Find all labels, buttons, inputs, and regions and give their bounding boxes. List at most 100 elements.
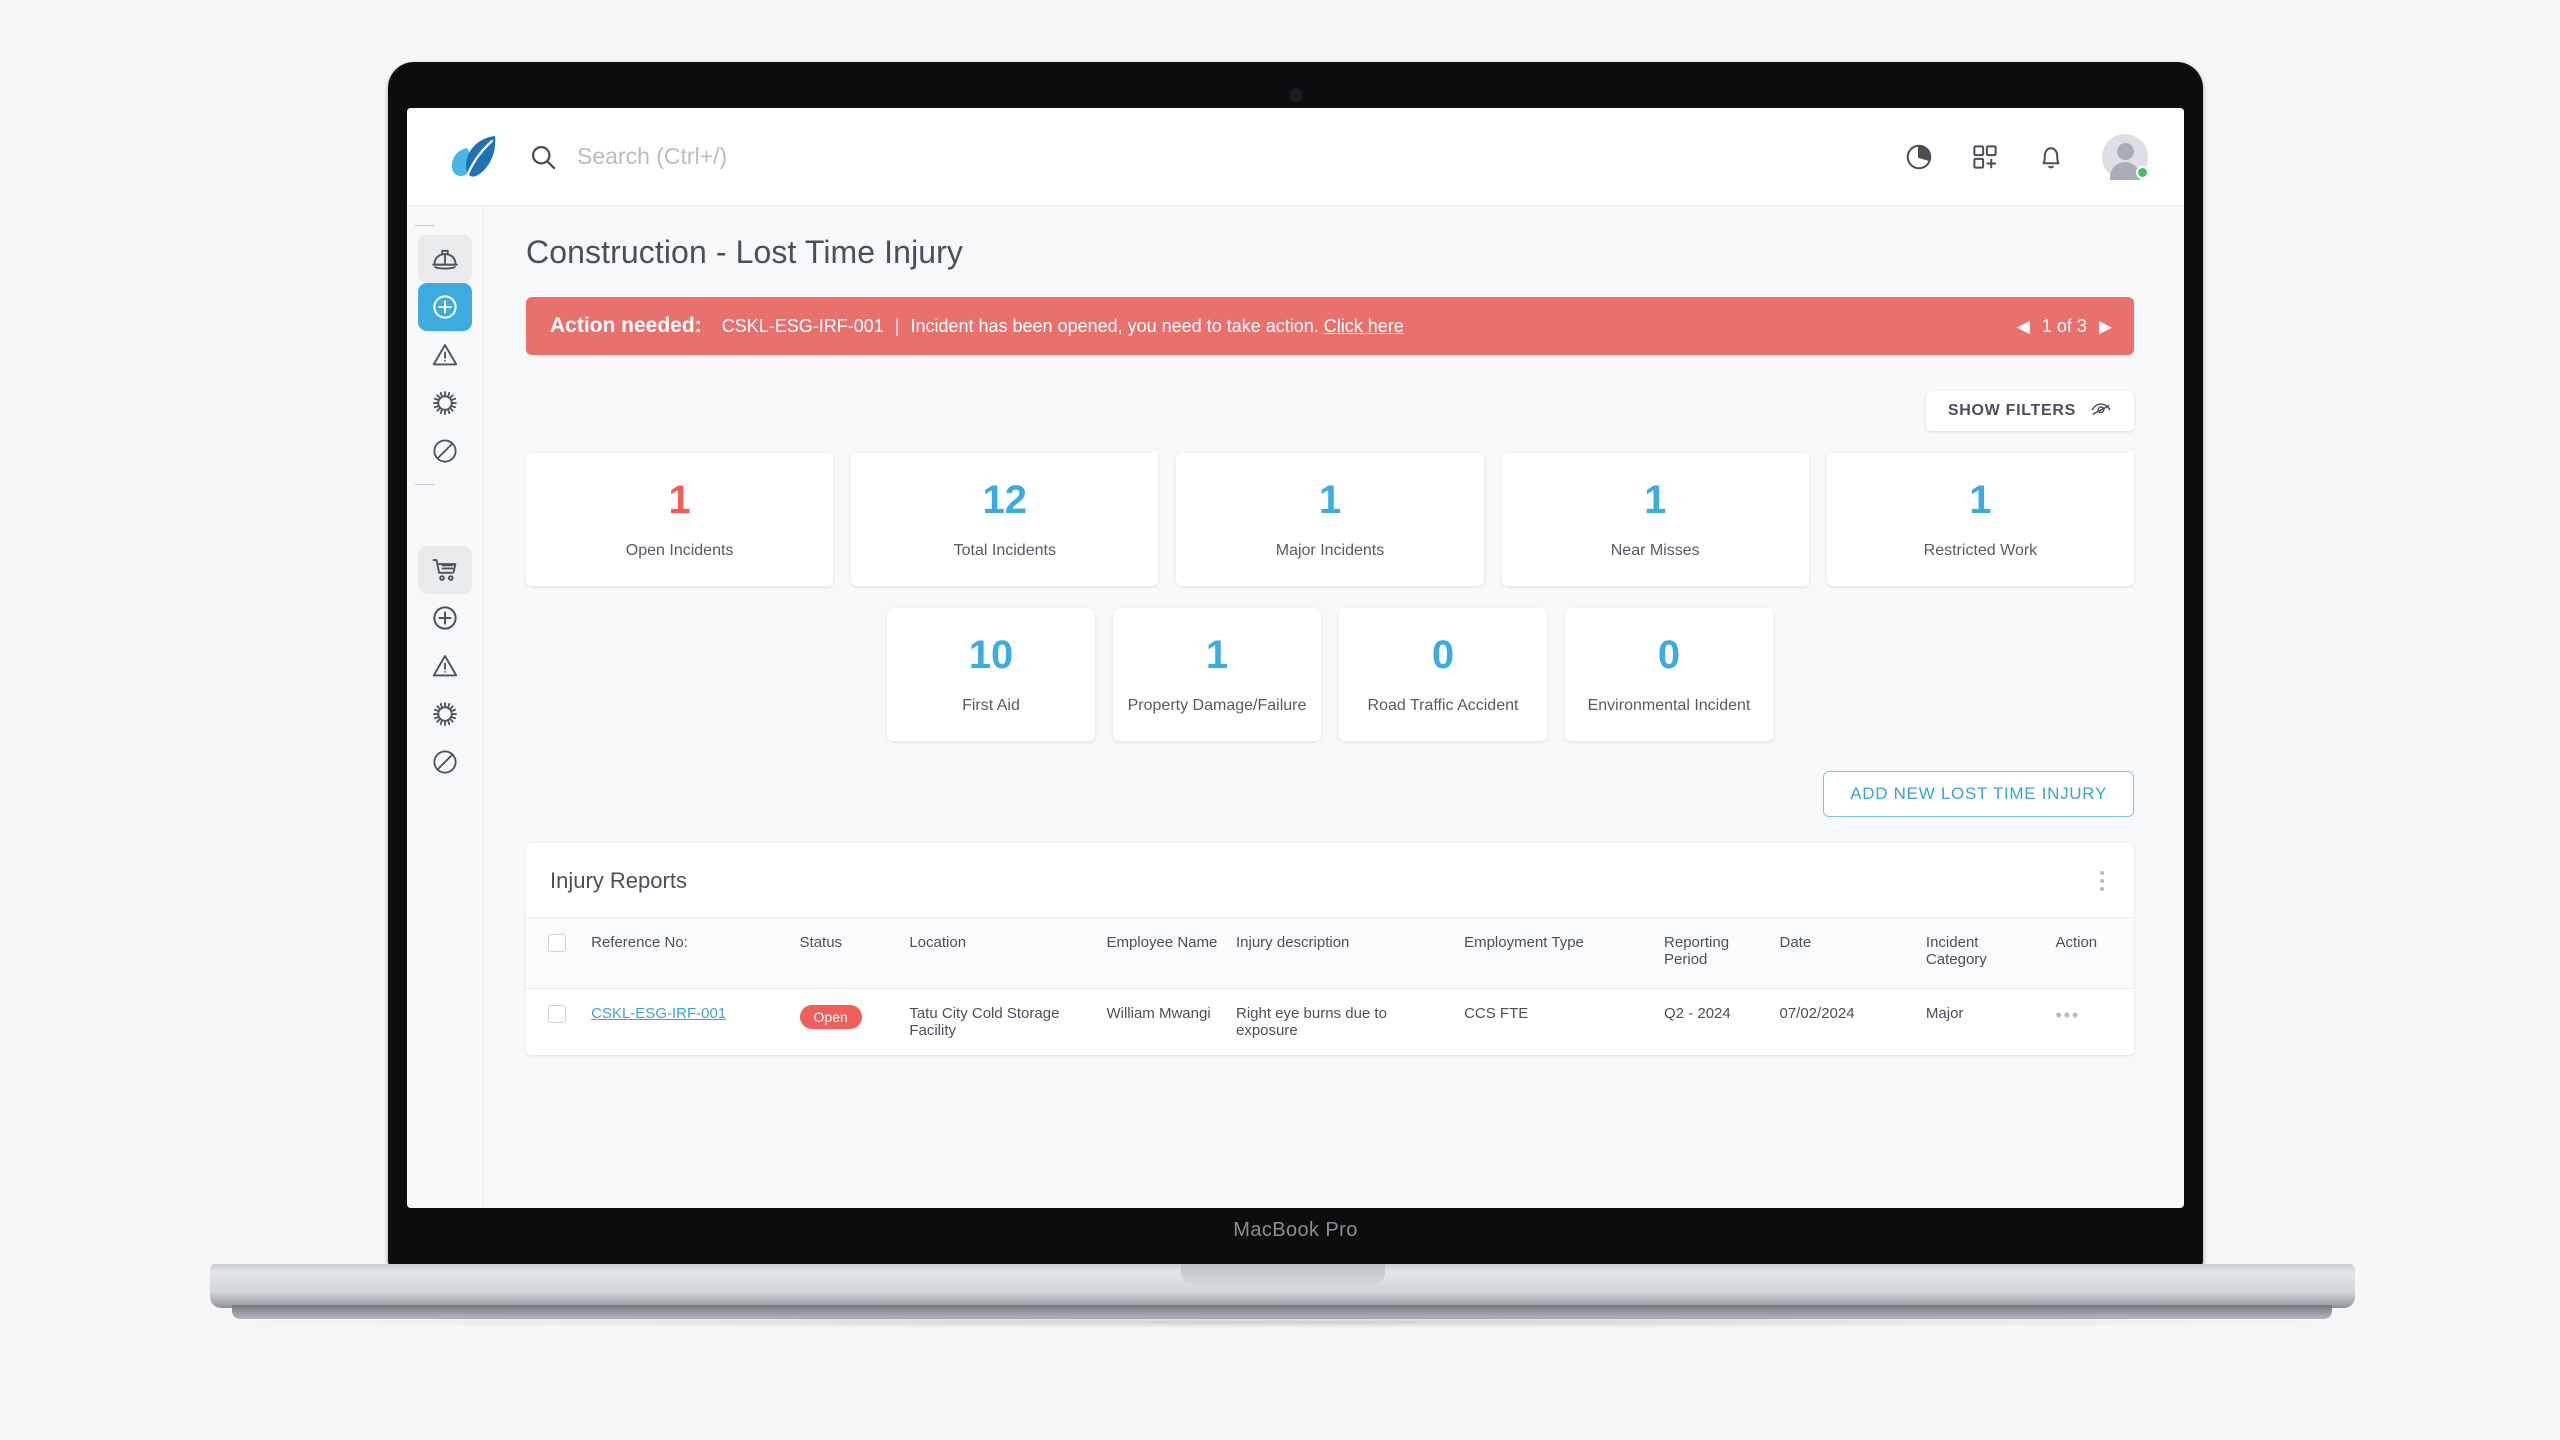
row-checkbox[interactable] bbox=[548, 1005, 566, 1023]
avatar[interactable] bbox=[2102, 133, 2149, 180]
kpi-label: Road Traffic Accident bbox=[1367, 696, 1519, 714]
sidebar-item-biohazard[interactable] bbox=[418, 379, 472, 427]
kpi-label: Environmental Incident bbox=[1587, 696, 1751, 714]
kpi-card[interactable]: 1 Property Damage/Failure bbox=[1113, 608, 1321, 741]
warning-triangle-icon bbox=[432, 344, 458, 366]
column-header-incident-category[interactable]: Incident Category bbox=[1919, 918, 2050, 989]
virus-icon bbox=[433, 702, 457, 726]
search-bar[interactable] bbox=[529, 143, 1904, 171]
add-new-lost-time-injury-button[interactable]: ADD NEW LOST TIME INJURY bbox=[1823, 771, 2134, 817]
kpi-value: 1 bbox=[1318, 477, 1342, 522]
shopping-cart-icon bbox=[432, 559, 457, 581]
sidebar-item-first-aid[interactable] bbox=[418, 283, 472, 331]
column-header-location[interactable]: Location bbox=[903, 918, 1101, 989]
injury-reports-table: Reference No: Status Location Employee N… bbox=[526, 918, 2134, 1055]
show-filters-label: SHOW FILTERS bbox=[1947, 402, 2076, 419]
kpi-value: 1 bbox=[1969, 477, 1992, 522]
search-input[interactable] bbox=[577, 143, 1904, 170]
sidebar-divider-bottom bbox=[415, 484, 435, 485]
alert-reference: CSKL-ESG-IRF-001 bbox=[721, 315, 884, 336]
kpi-card[interactable]: 1 Open Incidents bbox=[526, 453, 834, 586]
cell-incident-category: Major bbox=[1925, 1005, 1964, 1022]
sidebar-item-hazard-2[interactable] bbox=[418, 642, 472, 690]
alert-click-here-link[interactable]: Click here bbox=[1324, 316, 1404, 336]
kebab-menu-icon[interactable] bbox=[2094, 865, 2110, 897]
column-header-reporting-period[interactable]: Reporting Period bbox=[1658, 918, 1774, 989]
more-horizontal-icon[interactable]: ••• bbox=[2055, 1005, 2080, 1025]
table-header-row: Reference No: Status Location Employee N… bbox=[526, 918, 2134, 989]
kpi-value: 1 bbox=[1205, 632, 1229, 677]
action-needed-banner: Action needed: CSKL-ESG-IRF-001 | Incide… bbox=[526, 297, 2134, 355]
bell-icon[interactable] bbox=[2036, 142, 2066, 172]
sidebar-item-biohazard-2[interactable] bbox=[418, 690, 472, 738]
medical-cross-icon bbox=[433, 606, 457, 630]
laptop-device: MacBook Pro Search (Ctrl+/) Construction… bbox=[388, 62, 2203, 1267]
kpi-value: 10 bbox=[968, 632, 1014, 677]
laptop-base bbox=[210, 1264, 2355, 1308]
prohibited-icon bbox=[433, 439, 457, 463]
alert-text: Incident has been opened, you need to ta… bbox=[910, 315, 1319, 336]
prohibited-icon bbox=[433, 750, 457, 774]
show-filters-button[interactable]: SHOW FILTERS bbox=[1925, 391, 2134, 431]
alert-next-arrow[interactable]: ▶ bbox=[2099, 318, 2112, 335]
reference-link[interactable]: CSKL-ESG-IRF-001 bbox=[591, 1005, 726, 1022]
sidebar bbox=[407, 206, 484, 1208]
pie-chart-icon[interactable] bbox=[1904, 142, 1934, 172]
alert-message: CSKL-ESG-IRF-001 | Incident has been ope… bbox=[722, 316, 1404, 337]
row-select-cell bbox=[526, 989, 585, 1056]
filters-row: SHOW FILTERS bbox=[526, 391, 2134, 431]
sidebar-item-first-aid-2[interactable] bbox=[418, 594, 472, 642]
table-row[interactable]: CSKL-ESG-IRF-001 Open Tatu City Cold Sto… bbox=[526, 989, 2134, 1056]
alert-prev-arrow[interactable]: ◀ bbox=[2017, 318, 2030, 335]
sidebar-item-restricted[interactable] bbox=[418, 427, 472, 475]
alert-pager: ◀ 1 of 3 ▶ bbox=[2017, 316, 2112, 337]
cell-reporting-period: Q2 - 2024 bbox=[1664, 1005, 1731, 1022]
kpi-label: Major Incidents bbox=[1275, 541, 1385, 559]
sidebar-item-hazard[interactable] bbox=[418, 331, 472, 379]
select-all-checkbox[interactable] bbox=[548, 934, 566, 952]
kpi-card[interactable]: 0 Environmental Incident bbox=[1565, 608, 1773, 741]
kpi-value: 1 bbox=[668, 477, 691, 522]
kpi-row-primary: 1 Open Incidents 12 Total Incidents 1 Ma… bbox=[526, 453, 2135, 586]
warning-triangle-icon bbox=[432, 655, 458, 677]
table-head: Reference No: Status Location Employee N… bbox=[526, 918, 2134, 989]
kpi-label: First Aid bbox=[962, 696, 1020, 714]
topbar-actions bbox=[1904, 133, 2149, 180]
cell-employment-type: CCS FTE bbox=[1464, 1005, 1529, 1022]
column-header-employment-type[interactable]: Employment Type bbox=[1458, 918, 1659, 989]
kpi-value: 0 bbox=[1431, 632, 1455, 677]
kpi-value: 0 bbox=[1657, 632, 1681, 677]
kpi-card[interactable]: 1 Restricted Work bbox=[1826, 453, 2135, 586]
sidebar-item-restricted-2[interactable] bbox=[418, 738, 472, 786]
app-viewport: Construction - Lost Time Injury Action n… bbox=[407, 108, 2184, 1208]
search-icon bbox=[529, 143, 557, 171]
column-header-reference[interactable]: Reference No: bbox=[585, 918, 794, 989]
virus-icon bbox=[433, 391, 457, 415]
kpi-card[interactable]: 1 Near Misses bbox=[1501, 453, 1809, 586]
column-header-employee-name[interactable]: Employee Name bbox=[1100, 918, 1230, 989]
kpi-card[interactable]: 12 Total Incidents bbox=[851, 453, 1159, 586]
laptop-base-notch bbox=[1180, 1264, 1385, 1286]
sidebar-item-cart[interactable] bbox=[418, 546, 472, 594]
add-button-row: ADD NEW LOST TIME INJURY bbox=[526, 771, 2134, 817]
hard-hat-icon bbox=[432, 249, 458, 270]
column-header-injury-description[interactable]: Injury description bbox=[1230, 918, 1459, 989]
alert-label: Action needed: bbox=[550, 314, 702, 337]
app-body: Construction - Lost Time Injury Action n… bbox=[407, 206, 2184, 1208]
injury-reports-card: Injury Reports Reference No: Status Loca… bbox=[526, 843, 2134, 1055]
app-grid-add-icon[interactable] bbox=[1970, 142, 2000, 172]
column-header-status[interactable]: Status bbox=[793, 918, 904, 989]
kpi-label: Restricted Work bbox=[1923, 541, 2038, 559]
kpi-card[interactable]: 10 First Aid bbox=[887, 608, 1095, 741]
leaf-logo[interactable] bbox=[437, 130, 501, 184]
laptop-shadow bbox=[215, 1316, 2350, 1328]
kpi-card[interactable]: 0 Road Traffic Accident bbox=[1339, 608, 1547, 741]
cell-action: ••• bbox=[2049, 989, 2134, 1056]
kpi-row-secondary: 10 First Aid 1 Property Damage/Failure 0… bbox=[526, 608, 2134, 741]
sidebar-item-hard-hat[interactable] bbox=[418, 235, 472, 283]
camera-icon bbox=[1288, 88, 1303, 102]
column-header-date[interactable]: Date bbox=[1773, 918, 1920, 989]
main-content: Construction - Lost Time Injury Action n… bbox=[484, 206, 2184, 1208]
page-title: Construction - Lost Time Injury bbox=[526, 234, 964, 270]
kpi-card[interactable]: 1 Major Incidents bbox=[1176, 453, 1484, 586]
